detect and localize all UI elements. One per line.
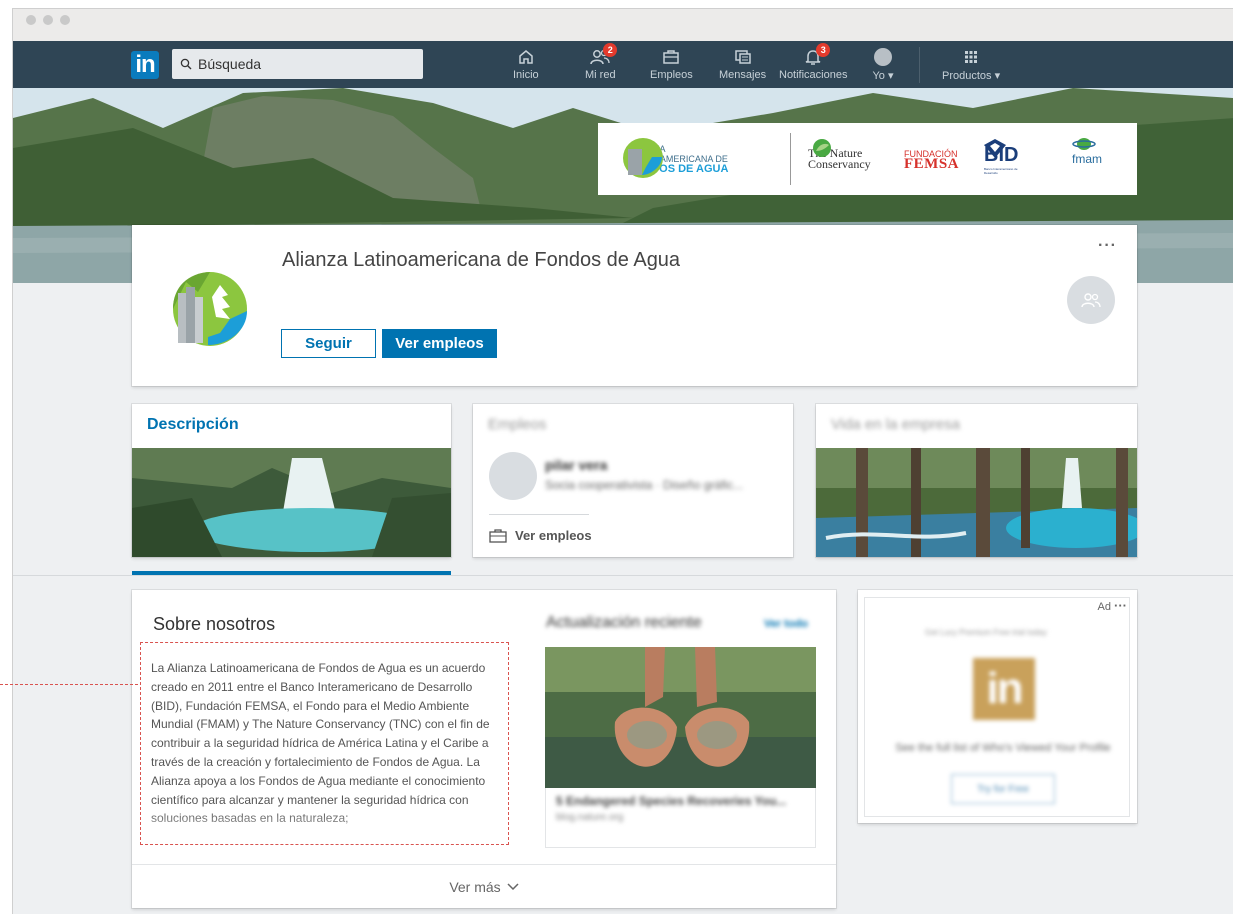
waterfall-image	[132, 448, 451, 557]
ad-cta-button[interactable]: Try for Free	[951, 774, 1055, 804]
window-dot-maximize[interactable]	[60, 15, 70, 25]
recent-update-title: Actualización reciente	[546, 614, 702, 631]
see-more-label: Ver más	[449, 878, 501, 895]
ad-top-text: Get Lucy Premium Free trial today	[925, 628, 1047, 637]
nav-label-inicio: Inicio	[513, 69, 539, 81]
job-poster-role: Socia cooperativista · Diseño gráfic...	[545, 478, 744, 492]
nav-label-mensajes: Mensajes	[719, 69, 767, 81]
company-name: Alianza Latinoamericana de Fondos de Agu…	[282, 249, 681, 271]
tnc-leaf-icon	[813, 139, 831, 157]
company-logo[interactable]	[168, 267, 252, 347]
tab-jobs[interactable]: Empleos pilar vera Socia cooperativista …	[473, 404, 793, 557]
connections-icon[interactable]	[1067, 276, 1115, 324]
tab-jobs-title: Empleos	[488, 416, 547, 433]
more-options-icon[interactable]: ···	[1098, 237, 1117, 255]
nav-item-productos[interactable]: Productos ▾	[942, 47, 1000, 83]
network-badge: 2	[603, 43, 618, 57]
alianza-logo-icon	[623, 138, 663, 178]
tab-description[interactable]: Descripción	[132, 404, 451, 557]
update-caption-title: 5 Endangered Species Recoveries You...	[556, 794, 787, 808]
ad-label: Ad	[1097, 601, 1111, 613]
search-icon	[180, 58, 192, 70]
nav-label-productos: Productos ▾	[942, 70, 1001, 82]
window-dot-minimize[interactable]	[43, 15, 53, 25]
forest-river-image	[816, 448, 1137, 557]
nav-item-yo[interactable]: Yo ▾	[872, 47, 894, 83]
window-dot-close[interactable]	[26, 15, 36, 25]
nav-item-notificaciones[interactable]: 3 Notificaciones	[779, 43, 848, 83]
nav-item-mi-red[interactable]: 2 Mi red	[585, 43, 618, 83]
messages-icon	[732, 47, 754, 67]
section-divider	[13, 575, 1233, 576]
nav-divider	[919, 47, 920, 83]
job-poster-name: pilar vera	[545, 457, 608, 473]
ad-text: See the full list of Who's Viewed Your P…	[895, 742, 1111, 754]
tab-life-title: Vida en la empresa	[831, 416, 960, 433]
nav-item-inicio[interactable]: Inicio	[513, 47, 539, 83]
bid-partner-logo: BID Banco Interamericano de Desarrollo	[982, 137, 1018, 181]
jobs-divider	[489, 514, 589, 515]
update-caption-source: blog.nature.org	[556, 812, 624, 823]
linkedin-logo-icon[interactable]: in	[131, 51, 159, 79]
view-jobs-link[interactable]: Ver empleos	[489, 528, 592, 543]
top-navigation: in Inicio 2 Mi red Empleos	[13, 41, 1233, 88]
about-card: Sobre nosotros La Alianza Latinoamerican…	[132, 590, 836, 908]
bell-icon: 3	[802, 43, 831, 67]
hands-water-image[interactable]	[545, 647, 816, 788]
nav-label-notificaciones: Notificaciones	[779, 69, 848, 81]
see-all-link[interactable]: Ver todo	[764, 618, 808, 630]
update-caption[interactable]: 5 Endangered Species Recoveries You... b…	[545, 788, 816, 848]
chevron-down-icon	[507, 882, 519, 890]
job-poster-avatar	[489, 452, 537, 500]
partners-logo-strip: ALIANZALATINOAMERICANA DEFONDOS DE AGUA …	[598, 123, 1137, 195]
home-icon	[515, 47, 537, 67]
nav-label-mi-red: Mi red	[585, 69, 616, 81]
ad-content: Get Lucy Premium Free trial today in See…	[864, 597, 1130, 817]
notifications-badge: 3	[816, 43, 831, 57]
fmam-partner-logo: fmam	[1072, 137, 1102, 181]
fmam-globe-icon	[1072, 138, 1096, 150]
search-box[interactable]	[172, 49, 423, 79]
alianza-partner-logo: ALIANZALATINOAMERICANA DEFONDOS DE AGUA	[622, 137, 728, 181]
profile-avatar-icon	[874, 48, 892, 66]
caret-down-icon: ▾	[887, 70, 894, 82]
partners-divider	[790, 133, 791, 185]
follow-button[interactable]: Seguir	[281, 329, 376, 358]
bid-logo-icon	[984, 139, 1006, 158]
text-fade	[142, 810, 502, 844]
ad-card: Get Lucy Premium Free trial today in See…	[858, 590, 1137, 823]
about-description: La Alianza Latinoamericana de Fondos de …	[151, 661, 490, 825]
femsa-partner-logo: FUNDACIÓN FEMSA	[904, 148, 959, 172]
ad-options-icon[interactable]: ···	[1114, 598, 1127, 613]
window-controls	[26, 15, 70, 25]
view-jobs-button[interactable]: Ver empleos	[382, 329, 497, 358]
ad-linkedin-logo-icon: in	[973, 658, 1035, 720]
nav-label-yo: Yo ▾	[872, 70, 894, 82]
tnc-partner-logo: The Nature Conservancy	[808, 137, 871, 181]
annotation-leader-line	[0, 684, 138, 685]
tab-description-title: Descripción	[147, 416, 239, 433]
nav-label-empleos: Empleos	[650, 69, 693, 81]
caret-down-icon: ▾	[994, 70, 1001, 82]
nav-item-empleos[interactable]: Empleos	[650, 47, 693, 83]
title-bar	[13, 9, 1233, 41]
browser-frame: in Inicio 2 Mi red Empleos	[12, 8, 1233, 914]
about-title: Sobre nosotros	[153, 614, 276, 634]
nav-item-mensajes[interactable]: Mensajes	[719, 47, 766, 83]
tab-life[interactable]: Vida en la empresa	[816, 404, 1137, 557]
company-header-card: Alianza Latinoamericana de Fondos de Agu…	[132, 225, 1137, 386]
network-icon: 2	[589, 43, 618, 67]
grid-apps-icon	[960, 47, 982, 67]
briefcase-icon	[489, 528, 507, 543]
search-input[interactable]	[198, 56, 398, 72]
see-more-button[interactable]: Ver más	[132, 864, 836, 908]
view-jobs-link-label: Ver empleos	[515, 528, 592, 543]
briefcase-icon	[660, 47, 682, 67]
